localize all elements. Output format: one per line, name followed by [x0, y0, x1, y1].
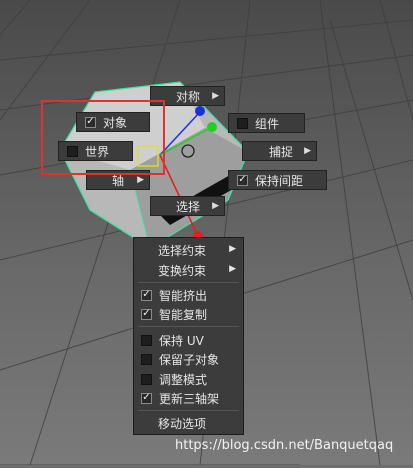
checkbox-checked-icon: ✓: [141, 289, 152, 301]
menu-item-update-manipulator[interactable]: ✓ 更新三轴架: [134, 388, 243, 408]
component-label: 组件: [255, 116, 280, 131]
menu-item-label: 调整模式: [159, 372, 208, 387]
keep-spacing-button[interactable]: ✓ 保持间距: [228, 170, 327, 190]
arrow-right-icon: ▶: [212, 201, 219, 211]
symmetry-label: 对称: [176, 89, 201, 104]
watermark: https://blog.csdn.net/Banquetqaq: [175, 438, 394, 453]
checkbox-unchecked-icon: [141, 334, 152, 346]
component-mode-button[interactable]: 组件: [228, 113, 305, 133]
arrow-right-icon: ▶: [304, 146, 311, 156]
select-label: 选择: [176, 199, 201, 214]
menu-separator: [138, 282, 239, 283]
menu-item-label: 保留子对象: [159, 352, 220, 367]
checkbox-unchecked-icon: [141, 353, 152, 365]
arrow-right-icon: ▶: [137, 175, 144, 185]
menu-item-smart-duplicate[interactable]: ✓ 智能复制: [134, 304, 243, 324]
arrow-right-icon: ▶: [229, 264, 236, 274]
menu-item-label: 变换约束: [158, 263, 207, 278]
menu-separator: [138, 326, 239, 327]
menu-item-move-options[interactable]: 移动选项: [134, 413, 243, 433]
menu-item-label: 移动选项: [158, 416, 207, 431]
snap-button[interactable]: 捕捉 ▶: [242, 141, 317, 161]
checkbox-checked-icon: ✓: [141, 392, 152, 404]
checkbox-checked-icon: ✓: [141, 308, 152, 320]
arrow-right-icon: ▶: [212, 91, 219, 101]
menu-item-label: 保持 UV: [159, 333, 204, 348]
keep-spacing-label: 保持间距: [255, 173, 304, 188]
menu-item-tweak-mode[interactable]: 调整模式: [134, 369, 243, 389]
checkbox-checked-icon: ✓: [237, 174, 248, 186]
snap-label: 捕捉: [269, 144, 294, 159]
menu-item-label: 智能复制: [159, 307, 208, 322]
menu-item-selection-constraint[interactable]: 选择约束 ▶: [134, 240, 243, 260]
menu-item-transform-constraint[interactable]: 变换约束 ▶: [134, 260, 243, 280]
menu-item-label: 选择约束: [158, 243, 207, 258]
menu-item-label: 智能挤出: [159, 288, 208, 303]
checkbox-unchecked-icon: [237, 117, 248, 129]
arrow-right-icon: ▶: [229, 244, 236, 254]
checkbox-unchecked-icon: [141, 373, 152, 385]
menu-item-preserve-children[interactable]: 保留子对象: [134, 349, 243, 369]
viewport[interactable]: 对称 ▶ ✓ 对象 组件 世界 捕捉 ▶ 轴 ▶ ✓ 保持间距 选择 ▶ 选择约…: [0, 0, 413, 466]
dropdown-menu: 选择约束 ▶ 变换约束 ▶ ✓ 智能挤出 ✓ 智能复制 保持 UV 保留子对象 …: [133, 237, 244, 435]
menu-separator: [138, 410, 239, 411]
menu-item-smart-extrude[interactable]: ✓ 智能挤出: [134, 285, 243, 305]
select-button[interactable]: 选择 ▶: [150, 196, 225, 216]
menu-item-label: 更新三轴架: [159, 391, 220, 406]
highlight-box: [41, 100, 165, 175]
menu-item-preserve-uv[interactable]: 保持 UV: [134, 330, 243, 350]
